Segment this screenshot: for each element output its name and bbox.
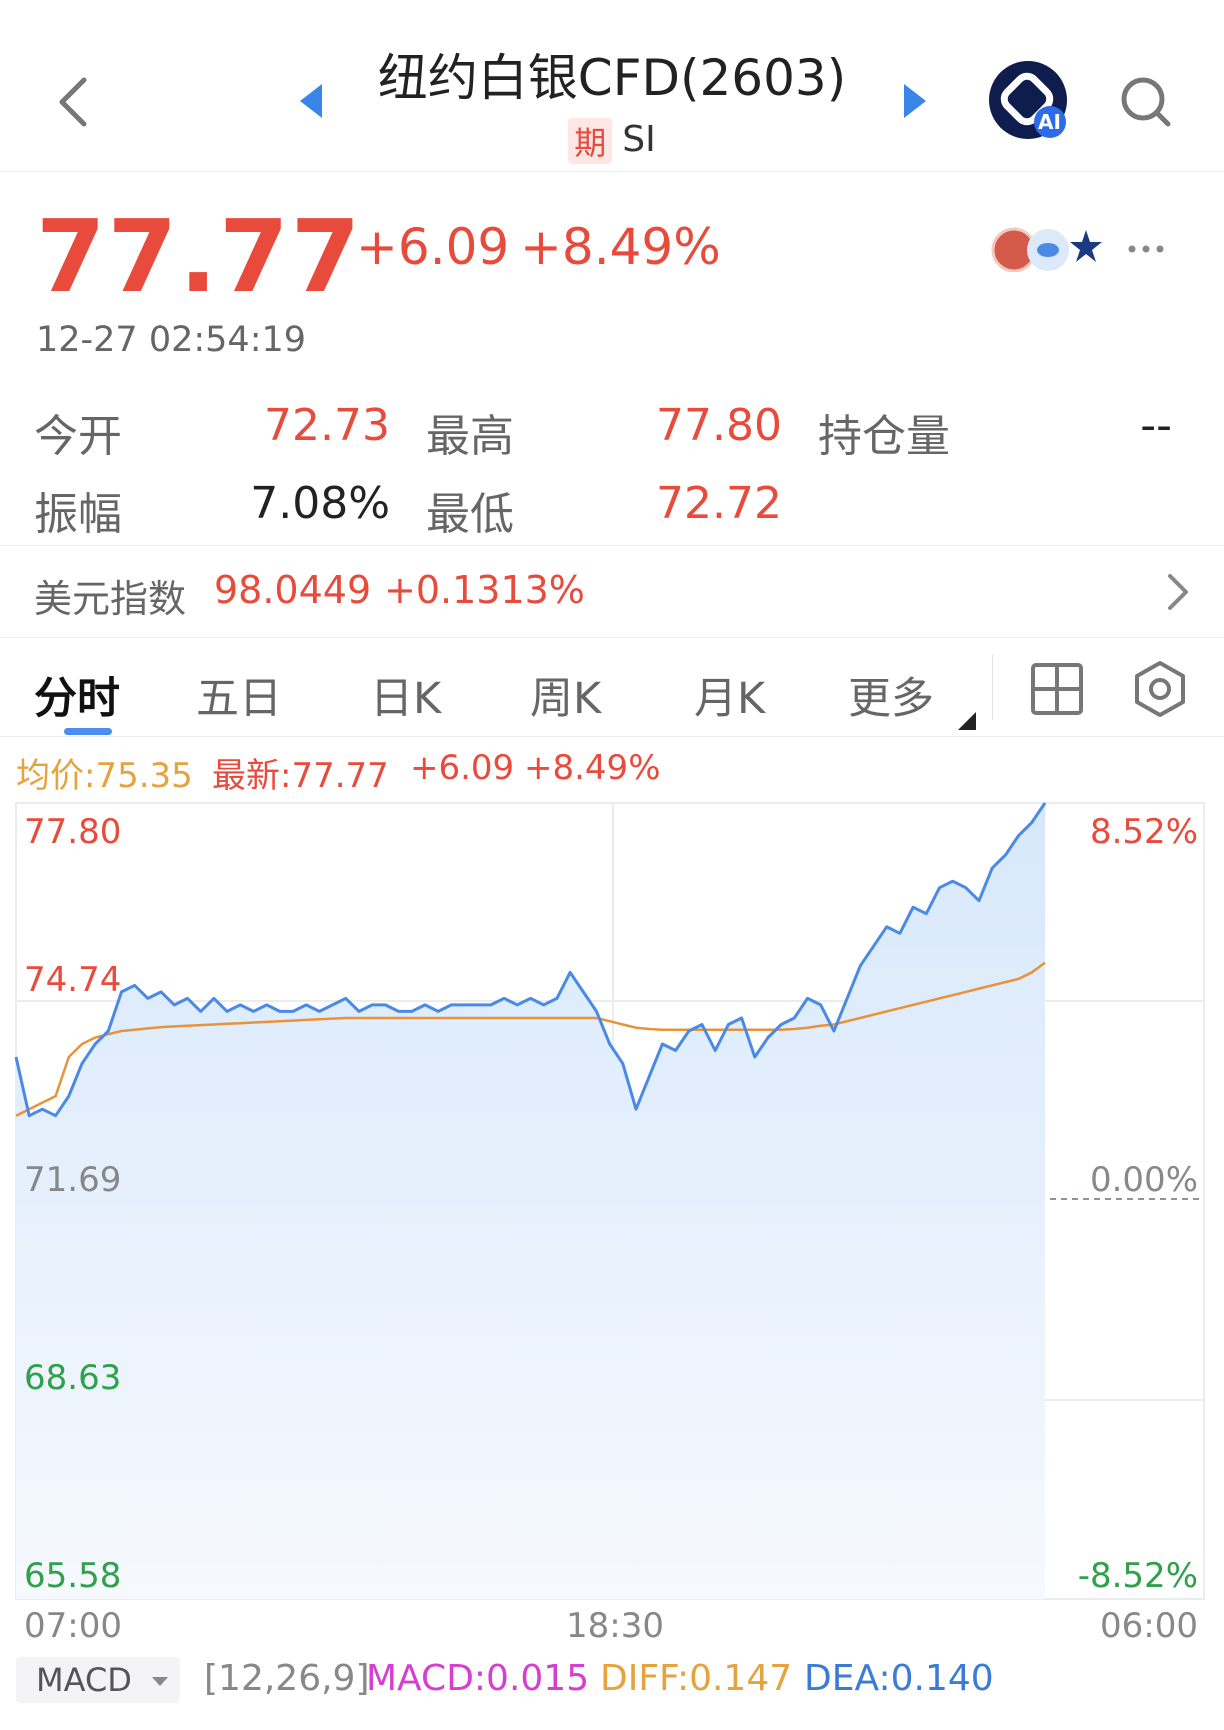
indicator-selector-label: MACD bbox=[36, 1661, 132, 1699]
intraday-chart[interactable] bbox=[0, 0, 1224, 1730]
dea-value: DEA:0.140 bbox=[804, 1658, 994, 1699]
x-tick-label: 06:00 bbox=[1100, 1606, 1198, 1646]
y-tick-label: 65.58 bbox=[24, 1556, 122, 1596]
y-right-tick-label: 8.52% bbox=[1089, 812, 1198, 852]
y-tick-label: 68.63 bbox=[24, 1358, 122, 1398]
y-tick-label: 77.80 bbox=[24, 812, 122, 852]
caret-down-icon bbox=[152, 1677, 169, 1686]
price-area-fill bbox=[16, 803, 1045, 1599]
y-tick-label: 74.74 bbox=[24, 960, 122, 1000]
y-right-tick-label: 0.00% bbox=[1089, 1160, 1198, 1200]
y-tick-label: 71.69 bbox=[24, 1160, 122, 1200]
diff-value: DIFF:0.147 bbox=[600, 1658, 793, 1699]
indicator-selector[interactable]: MACD bbox=[16, 1657, 180, 1703]
y-right-tick-label: -8.52% bbox=[1077, 1556, 1198, 1596]
macd-value: MACD:0.015 bbox=[366, 1658, 590, 1699]
macd-params: [12,26,9] bbox=[204, 1658, 370, 1699]
x-tick-label: 18:30 bbox=[566, 1606, 664, 1646]
x-tick-label: 07:00 bbox=[24, 1606, 122, 1646]
